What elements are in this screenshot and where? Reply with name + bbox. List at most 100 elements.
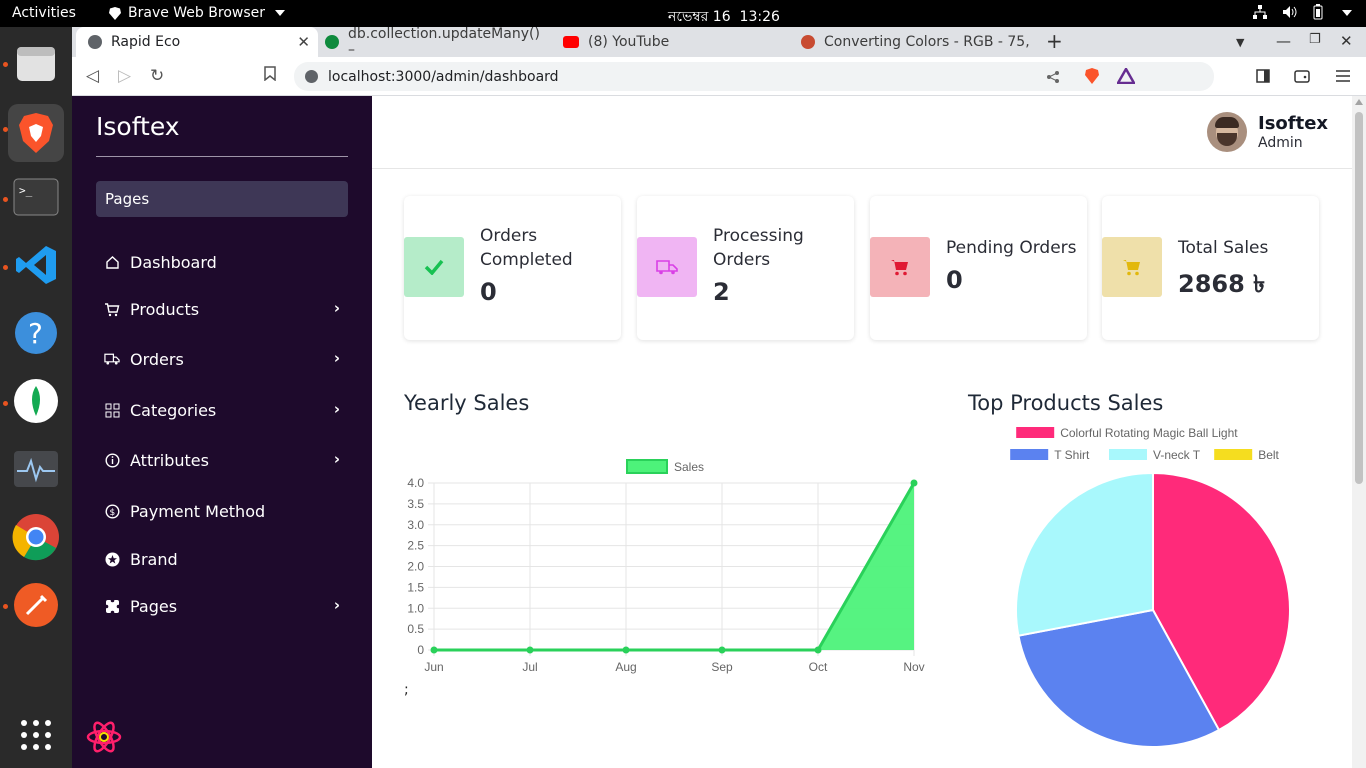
network-icon [1253, 5, 1267, 19]
chevron-right-icon: › [333, 349, 340, 367]
chrome-app-icon[interactable] [12, 513, 60, 561]
activities-button[interactable]: Activities [12, 5, 76, 21]
sidebar-item-label: Dashboard [130, 252, 217, 272]
running-indicator [3, 197, 8, 202]
site-info-icon[interactable] [305, 70, 318, 83]
legend-label: Colorful Rotating Magic Ball Light [1060, 426, 1238, 440]
address-bar[interactable]: localhost:3000/admin/dashboard [294, 62, 1214, 91]
vscode-app-icon[interactable] [12, 241, 60, 289]
y-tick-label: 3.0 [407, 518, 424, 532]
postman-app-icon[interactable] [12, 581, 60, 629]
x-tick-label: Sep [711, 660, 733, 674]
yearly-sales-chart[interactable]: Sales 0 0.5 1.0 1.5 2.0 2.5 3.0 3.5 4.0 Jun Jul Aug S… [396, 456, 936, 686]
share-icon[interactable] [1046, 70, 1060, 84]
tab-search-chevron-icon[interactable]: ▼ [1236, 36, 1244, 49]
cart-icon [891, 260, 908, 276]
show-apps-grid-icon[interactable] [12, 711, 60, 759]
check-icon [424, 259, 444, 275]
legend-swatch [1016, 427, 1055, 438]
brave-rewards-icon[interactable] [1117, 68, 1135, 84]
tab-mongodb-docs[interactable]: db.collection.updateMany() – [313, 26, 551, 58]
sidebar-item-categories[interactable]: Categories › [104, 398, 344, 422]
close-window-icon[interactable]: ✕ [1340, 32, 1353, 50]
tab-converting-colors[interactable]: Converting Colors - RGB - 75, 1 [789, 27, 1029, 57]
legend-label: Belt [1258, 448, 1279, 462]
cart-icon [104, 301, 120, 317]
svg-text:>_: >_ [19, 184, 33, 197]
x-tick-label: Jun [424, 660, 443, 674]
scrollbar-thumb[interactable] [1355, 112, 1363, 484]
hamburger-menu-icon[interactable] [1336, 70, 1350, 82]
icon-box [870, 237, 930, 297]
top-products-chart[interactable]: Colorful Rotating Magic Ball Light T Shir… [992, 418, 1312, 748]
volume-icon [1283, 6, 1297, 18]
sales-point [718, 646, 726, 654]
minimize-icon[interactable]: — [1276, 32, 1291, 50]
react-devtools-icon[interactable] [86, 720, 122, 754]
help-app-icon[interactable]: ? [12, 309, 60, 357]
close-tab-icon[interactable]: ✕ [297, 33, 310, 51]
card-title: Processing Orders [713, 226, 804, 270]
scroll-up-icon[interactable] [1355, 99, 1363, 105]
divider [372, 168, 1352, 169]
sidebar-item-label: Pages [130, 596, 178, 616]
sidebar-item-products[interactable]: Products › [104, 297, 344, 321]
reload-icon[interactable]: ↻ [150, 66, 164, 86]
sidebar-brand[interactable]: Isoftex [96, 112, 180, 141]
sidebar-item-label: Payment Method [130, 501, 266, 521]
legend-swatch [1214, 449, 1253, 460]
sales-point [622, 646, 630, 654]
forward-icon[interactable]: ▷ [118, 66, 131, 86]
files-app-icon[interactable] [12, 39, 60, 87]
divider [96, 156, 348, 157]
palette-icon [801, 35, 815, 49]
chevron-right-icon: › [333, 450, 340, 468]
icon-box [404, 237, 464, 297]
sidebar-item-attributes[interactable]: Attributes › [104, 448, 344, 472]
info-icon [104, 452, 120, 468]
tab-rapid-eco[interactable]: Rapid Eco ✕ [76, 27, 318, 57]
mongodb-leaf-icon [325, 35, 339, 49]
sidebar-item-payment-method[interactable]: $ Payment Method [104, 499, 344, 523]
sidebar-item-orders[interactable]: Orders › [104, 347, 344, 371]
legend-label: Sales [674, 460, 704, 474]
bookmark-icon[interactable] [264, 66, 276, 86]
user-profile[interactable]: Isoftex Admin [1207, 112, 1328, 152]
sidebar-item-brand[interactable]: Brand [104, 547, 344, 571]
system-tray[interactable] [1252, 4, 1352, 20]
sidebar-item-dashboard[interactable]: Dashboard [104, 250, 344, 274]
sidebar-section-pages: Pages [96, 181, 348, 217]
brave-shields-icon[interactable] [1084, 67, 1100, 85]
sidebar-item-pages[interactable]: Pages › [104, 594, 344, 618]
chevron-down-icon [275, 10, 285, 16]
tab-youtube[interactable]: (8) YouTube [551, 27, 791, 57]
page-scrollbar[interactable] [1352, 96, 1366, 768]
tab-title: db.collection.updateMany() – [348, 26, 540, 58]
dollar-icon: $ [104, 503, 120, 519]
wallet-icon[interactable] [1294, 69, 1310, 83]
sales-point [430, 646, 438, 654]
system-top-bar: Activities Brave Web Browser নভেম্বর 16 … [0, 0, 1366, 27]
sidebar-item-label: Orders [130, 349, 184, 369]
app-menu[interactable]: Brave Web Browser [108, 5, 285, 21]
system-menu-chevron-icon [1342, 10, 1352, 16]
chevron-right-icon: › [333, 596, 340, 614]
terminal-app-icon[interactable]: >_ [12, 173, 60, 221]
sidebar-item-label: Categories [130, 400, 217, 420]
system-monitor-icon[interactable] [12, 445, 60, 493]
running-indicator [3, 604, 8, 609]
back-icon[interactable]: ◁ [86, 66, 99, 86]
legend-label: T Shirt [1054, 448, 1090, 462]
brave-browser-icon[interactable] [8, 104, 64, 162]
y-tick-label: 1.5 [407, 580, 424, 594]
new-tab-icon[interactable]: + [1046, 29, 1063, 53]
sidebar-toggle-icon[interactable] [1256, 69, 1270, 83]
sales-point [910, 479, 918, 487]
stat-card-total-sales: Total Sales 2868 ৳ [1102, 196, 1319, 340]
y-tick-label: 0.5 [407, 622, 424, 636]
icon-box [1102, 237, 1162, 297]
mongodb-compass-icon[interactable] [12, 377, 60, 425]
clock[interactable]: নভেম্বর 16 13:26 [668, 5, 780, 29]
avatar[interactable] [1207, 112, 1247, 152]
maximize-icon[interactable]: ❐ [1309, 32, 1321, 47]
